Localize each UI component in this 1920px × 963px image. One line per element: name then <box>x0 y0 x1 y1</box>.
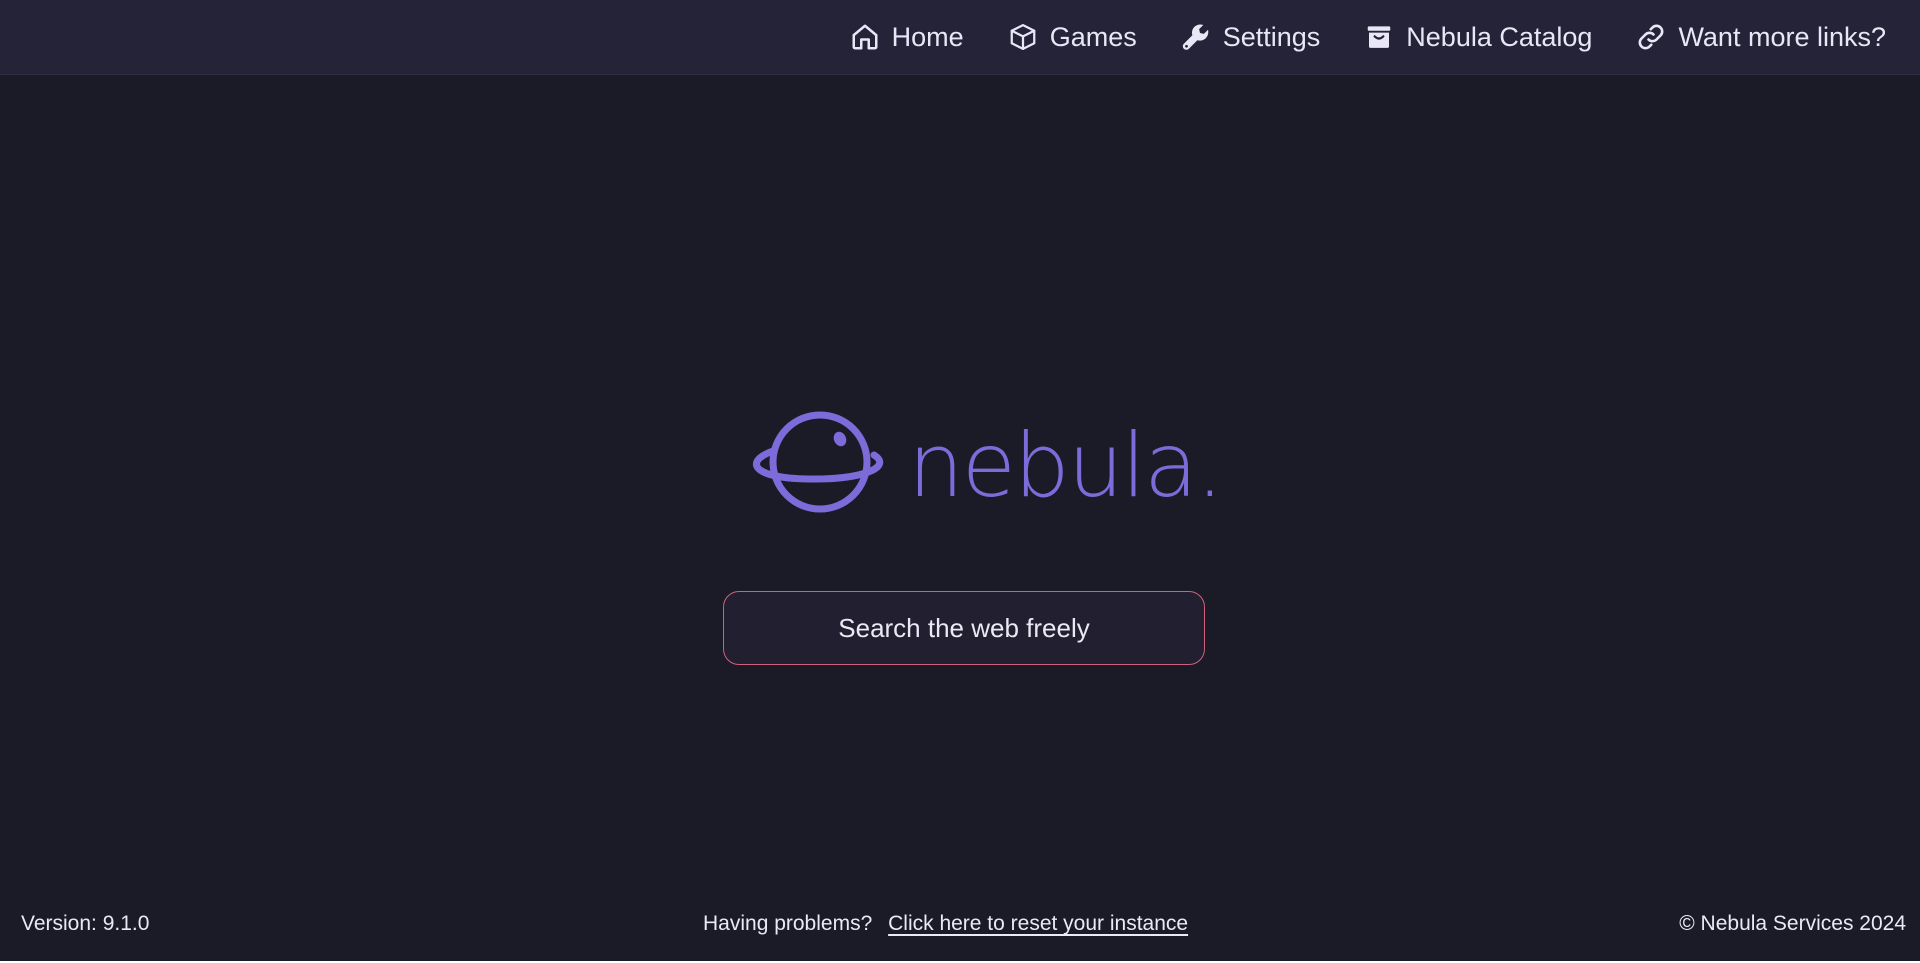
nav-nebula-catalog-label: Nebula Catalog <box>1406 21 1593 52</box>
planet-logo-icon <box>753 411 884 513</box>
nav-games-label: Games <box>1049 21 1137 52</box>
version-label: Version: 9.1.0 <box>21 912 150 935</box>
copyright-text: © Nebula Services 2024 <box>1679 912 1906 935</box>
cube-icon <box>1008 22 1038 52</box>
nav-home[interactable]: Home <box>850 22 964 53</box>
link-icon <box>1636 22 1666 52</box>
nebula-wordmark: nebula. <box>908 413 1224 517</box>
search-input[interactable] <box>723 591 1205 665</box>
wrench-icon <box>1181 22 1211 52</box>
help-text: Having problems? <box>703 912 873 935</box>
nav-home-label: Home <box>891 21 964 52</box>
top-navigation-bar: Home Games Settings Nebula Catalog Want … <box>0 0 1920 75</box>
nav-settings[interactable]: Settings <box>1181 21 1321 53</box>
catalog-box-icon <box>1364 22 1394 52</box>
nav-games[interactable]: Games <box>1008 22 1137 53</box>
nav-settings-label: Settings <box>1222 21 1321 52</box>
reset-instance-link[interactable]: Click here to reset your instance <box>888 912 1188 935</box>
nav-more-links-label: Want more links? <box>1678 21 1886 52</box>
app-root: Home Games Settings Nebula Catalog Want … <box>0 0 1920 961</box>
home-icon <box>850 22 880 52</box>
help-section: Having problems? Click here to reset you… <box>703 912 1188 936</box>
nebula-logo: nebula. <box>748 410 1224 515</box>
nav-nebula-catalog[interactable]: Nebula Catalog <box>1364 22 1592 53</box>
nav-more-links[interactable]: Want more links? <box>1636 22 1886 53</box>
